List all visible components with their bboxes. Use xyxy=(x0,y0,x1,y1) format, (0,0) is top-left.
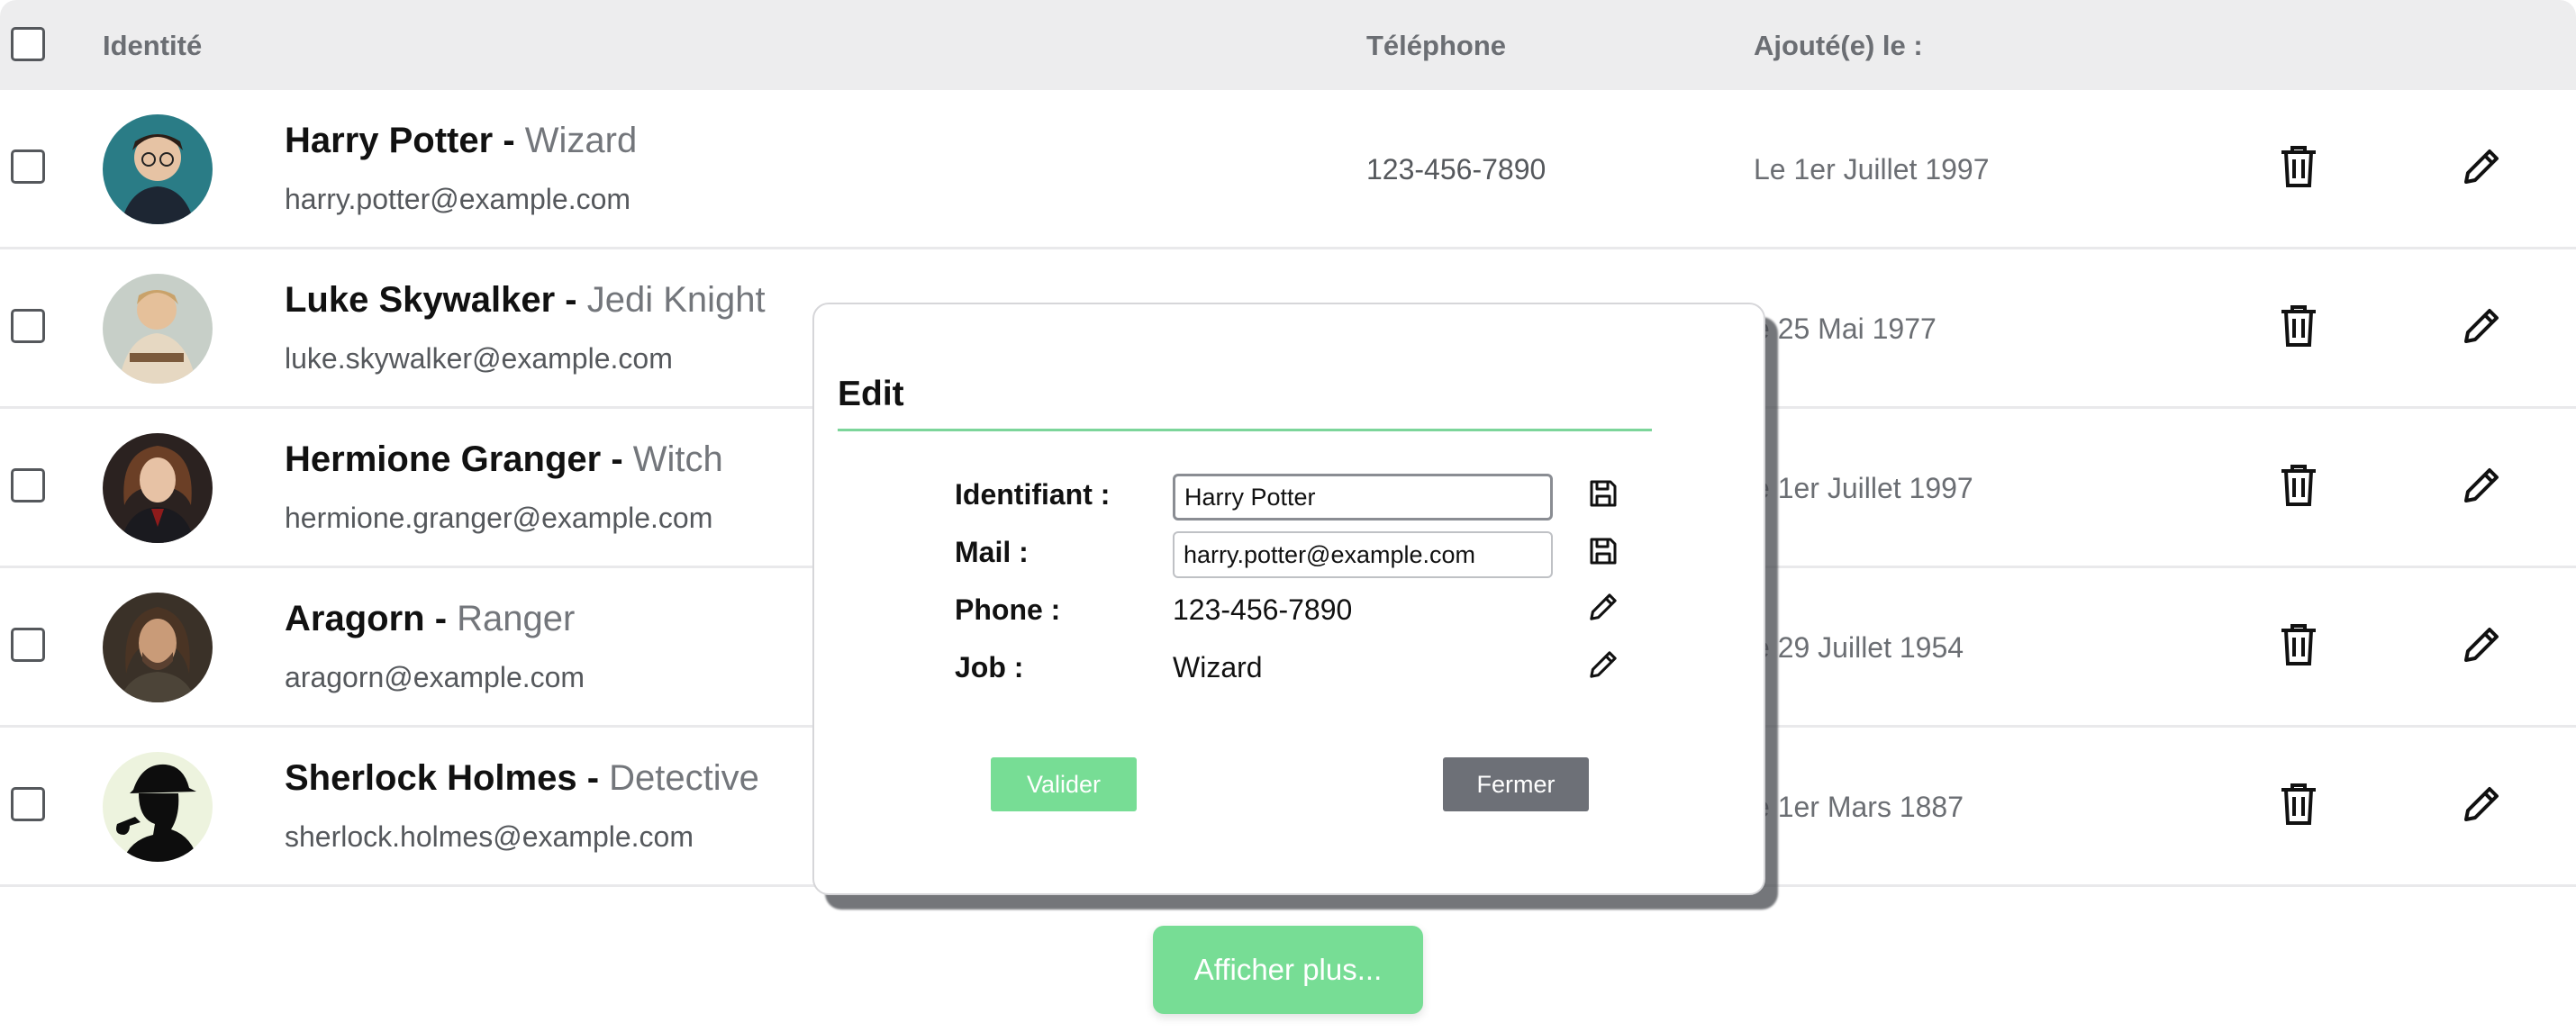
field-label-job: Job : xyxy=(955,651,1024,683)
pencil-icon xyxy=(2464,787,2499,821)
save-icon xyxy=(1590,480,1617,507)
contact-date: e 29 Juillet 1954 xyxy=(1754,631,1964,664)
edit-button[interactable] xyxy=(2459,144,2504,189)
edit-modal: Edit Identifiant : Mail : Phone : 123-45… xyxy=(812,303,1765,895)
avatar xyxy=(103,114,213,224)
contact-job: Wizard xyxy=(524,121,638,160)
delete-button[interactable] xyxy=(2276,463,2321,508)
contact-name: Luke Skywalker xyxy=(285,280,556,320)
name-separator: - xyxy=(576,758,610,798)
contact-job: Witch xyxy=(632,439,723,479)
avatar-aragorn xyxy=(103,593,213,702)
contact-email: luke.skywalker@example.com xyxy=(285,342,673,375)
contact-job: Ranger xyxy=(457,599,576,638)
trash-icon xyxy=(2281,624,2316,665)
delete-button[interactable] xyxy=(2276,622,2321,667)
modal-title-divider xyxy=(838,429,1652,431)
field-label-phone: Phone : xyxy=(955,593,1061,626)
row-checkbox[interactable] xyxy=(11,468,45,502)
show-more-button[interactable]: Afficher plus... xyxy=(1153,926,1423,1014)
header-identity: Identité xyxy=(103,30,203,61)
contact-email: sherlock.holmes@example.com xyxy=(285,820,694,853)
phone-value: 123-456-7890 xyxy=(1173,593,1353,626)
name-separator: - xyxy=(493,121,525,160)
avatar xyxy=(103,593,213,702)
pencil-icon xyxy=(2464,468,2499,502)
contact-name: Aragorn xyxy=(285,599,425,638)
row-checkbox[interactable] xyxy=(11,628,45,662)
row-checkbox[interactable] xyxy=(11,309,45,343)
contact-job: Jedi Knight xyxy=(586,280,766,320)
job-value: Wizard xyxy=(1173,651,1263,683)
delete-button[interactable] xyxy=(2276,144,2321,189)
header-added: Ajouté(e) le : xyxy=(1754,30,1923,61)
name-separator: - xyxy=(601,439,633,479)
header-phone: Téléphone xyxy=(1366,30,1507,61)
row-checkbox[interactable] xyxy=(11,149,45,184)
close-button[interactable]: Fermer xyxy=(1443,757,1589,811)
trash-icon xyxy=(2281,146,2316,187)
avatar-luke xyxy=(103,274,213,384)
trash-icon xyxy=(2281,305,2316,347)
save-mail-button[interactable] xyxy=(1583,531,1623,571)
pencil-icon xyxy=(2464,309,2499,343)
contact-name: Harry Potter xyxy=(285,121,494,160)
field-label-mail: Mail : xyxy=(955,536,1029,568)
contact-name-line: Hermione Granger - Witch xyxy=(285,439,723,480)
edit-phone-button[interactable] xyxy=(1583,587,1623,627)
validate-button[interactable]: Valider xyxy=(991,757,1137,811)
contact-date: Le 1er Juillet 1997 xyxy=(1754,153,1990,186)
contact-name-line: Sherlock Holmes - Detective xyxy=(285,758,759,799)
row-checkbox[interactable] xyxy=(11,787,45,821)
field-label-identifiant: Identifiant : xyxy=(955,478,1111,511)
delete-button[interactable] xyxy=(2276,303,2321,349)
trash-icon xyxy=(2281,465,2316,506)
contact-name-line: Luke Skywalker - Jedi Knight xyxy=(285,280,766,321)
delete-button[interactable] xyxy=(2276,782,2321,827)
avatar xyxy=(103,752,213,862)
avatar xyxy=(103,274,213,384)
mail-input[interactable] xyxy=(1173,531,1553,578)
pencil-icon xyxy=(1590,651,1617,678)
avatar-harry xyxy=(103,114,213,224)
contact-name: Sherlock Holmes xyxy=(285,758,577,798)
edit-job-button[interactable] xyxy=(1583,645,1623,684)
name-separator: - xyxy=(424,599,458,638)
edit-button[interactable] xyxy=(2459,782,2504,827)
contact-email: aragorn@example.com xyxy=(285,661,585,693)
edit-button[interactable] xyxy=(2459,622,2504,667)
contact-date: e 25 Mai 1977 xyxy=(1754,312,1937,345)
contact-job: Detective xyxy=(609,758,759,798)
save-icon xyxy=(1590,538,1617,565)
avatar xyxy=(103,433,213,543)
save-identifiant-button[interactable] xyxy=(1583,474,1623,513)
contact-date: e 1er Mars 1887 xyxy=(1754,791,1964,823)
contact-date: e 1er Juillet 1997 xyxy=(1754,472,1973,504)
edit-button[interactable] xyxy=(2459,463,2504,508)
pencil-icon xyxy=(2464,628,2499,662)
modal-title: Edit xyxy=(838,375,904,413)
name-separator: - xyxy=(555,280,587,320)
contact-name-line: Aragorn - Ranger xyxy=(285,599,575,639)
table-row: Harry Potter - Wizard harry.potter@examp… xyxy=(0,90,2576,249)
table-header: Identité Téléphone Ajouté(e) le : xyxy=(0,0,2576,90)
trash-icon xyxy=(2281,783,2316,825)
contact-name: Hermione Granger xyxy=(285,439,602,479)
select-all-checkbox[interactable] xyxy=(11,27,45,61)
identifiant-input[interactable] xyxy=(1173,474,1553,521)
pencil-icon xyxy=(2464,149,2499,184)
edit-button[interactable] xyxy=(2459,303,2504,349)
contact-name-line: Harry Potter - Wizard xyxy=(285,121,637,161)
pencil-icon xyxy=(1590,593,1617,620)
contact-email: hermione.granger@example.com xyxy=(285,502,713,534)
avatar-hermione xyxy=(103,433,213,543)
avatar-sherlock xyxy=(103,752,213,862)
contact-email: harry.potter@example.com xyxy=(285,183,631,215)
contact-phone: 123-456-7890 xyxy=(1366,153,1547,186)
